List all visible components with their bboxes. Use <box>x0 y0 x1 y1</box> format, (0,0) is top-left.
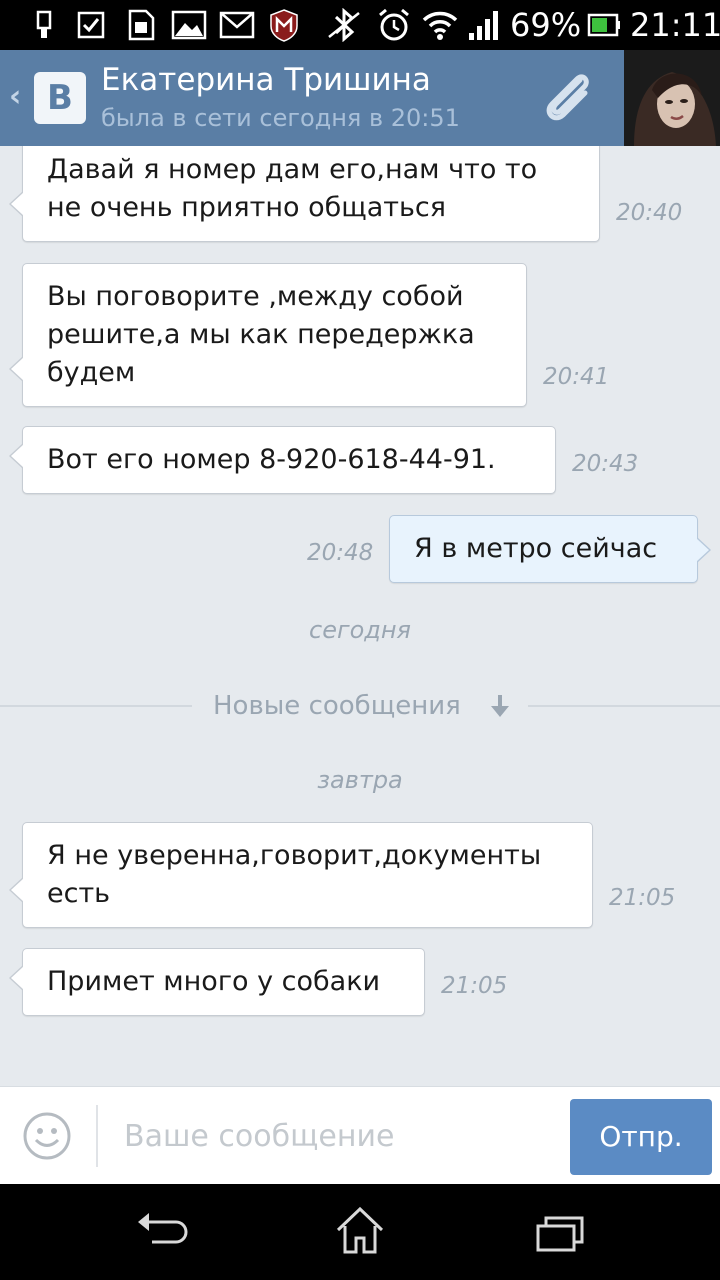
message-time: 20:41 <box>543 364 610 390</box>
message-bubble[interactable]: Вы поговорите ,между собой решите,а мы к… <box>9 263 527 407</box>
back-button[interactable]: ‹ В <box>0 50 96 146</box>
navigation-bar <box>0 1184 720 1280</box>
recent-apps-button[interactable] <box>530 1202 590 1262</box>
battery-percent: 69% <box>510 6 582 44</box>
back-arrow-icon <box>138 1213 188 1244</box>
mail-icon <box>218 9 256 41</box>
message-text: Я в метро сейчас <box>414 533 658 564</box>
bluetooth-icon <box>324 8 364 42</box>
battery-icon <box>586 9 622 41</box>
paperclip-icon <box>546 74 589 121</box>
send-button[interactable]: Отпр. <box>570 1099 712 1175</box>
checkbox-icon <box>74 9 108 41</box>
message-text: Примет много у собаки <box>47 966 381 997</box>
alarm-icon <box>374 8 414 41</box>
message-text: будем <box>47 357 136 388</box>
message-text: есть <box>47 878 111 909</box>
message-time: 20:48 <box>307 540 374 566</box>
day-separator-tomorrow: завтра <box>317 766 403 794</box>
message-bubble-outgoing[interactable]: Я в метро сейчас <box>389 515 711 583</box>
attach-button[interactable] <box>530 60 606 136</box>
message-text: Давай я номер дам его,нам что то <box>47 154 538 185</box>
message-time: 20:43 <box>572 451 639 477</box>
sim-icon <box>124 9 158 41</box>
composer-separator <box>96 1105 98 1167</box>
vk-logo: В <box>34 72 86 124</box>
signal-icon <box>466 9 502 41</box>
new-messages-divider: Новые сообщения <box>0 688 720 724</box>
mcafee-icon <box>266 9 302 42</box>
message-list[interactable]: Давай я номер дам его,нам что то не очен… <box>0 146 720 1086</box>
message-text: Я не уверенна,говорит,документы <box>47 840 542 871</box>
message-text: Вы поговорите ,между собой <box>47 281 464 312</box>
back-nav-button[interactable] <box>132 1202 192 1262</box>
contact-avatar[interactable] <box>624 50 720 146</box>
message-time: 20:40 <box>616 200 683 226</box>
message-bubble[interactable]: Вот его номер 8-920-618-44-91. <box>9 426 556 494</box>
divider-line <box>528 705 720 707</box>
message-text: решите,а мы как передержка <box>47 319 475 350</box>
last-seen-status: была в сети сегодня в 20:51 <box>101 104 460 132</box>
new-messages-label: Новые сообщения <box>213 691 461 721</box>
wifi-icon <box>420 9 460 41</box>
home-nav-button[interactable] <box>330 1202 390 1262</box>
chevron-left-icon: ‹ <box>9 79 22 114</box>
status-bar: 69% 21:11 <box>0 0 720 50</box>
clock: 21:11 <box>630 6 720 44</box>
usb-icon <box>30 9 58 41</box>
smile-icon <box>23 1112 71 1160</box>
arrow-down-icon <box>491 695 509 717</box>
divider-line <box>0 705 192 707</box>
message-time: 21:05 <box>609 885 676 911</box>
message-bubble[interactable]: Давай я номер дам его,нам что то не очен… <box>9 146 600 242</box>
message-bubble[interactable]: Примет много у собаки <box>9 948 425 1016</box>
image-icon <box>170 9 208 41</box>
message-text: Вот его номер 8-920-618-44-91. <box>47 444 496 475</box>
message-time: 21:05 <box>441 973 508 999</box>
message-input[interactable] <box>110 1105 550 1167</box>
chat-header: ‹ В Екатерина Тришина была в сети сегодн… <box>0 50 720 146</box>
message-text: не очень приятно общаться <box>47 192 447 223</box>
emoji-button[interactable] <box>22 1111 72 1161</box>
recent-apps-icon <box>536 1216 584 1252</box>
contact-name[interactable]: Екатерина Тришина <box>101 60 431 100</box>
day-separator-today: сегодня <box>309 616 411 644</box>
message-composer: Отпр. <box>0 1086 720 1184</box>
home-icon <box>336 1206 384 1254</box>
message-bubble[interactable]: Я не уверенна,говорит,документы есть <box>9 822 593 928</box>
